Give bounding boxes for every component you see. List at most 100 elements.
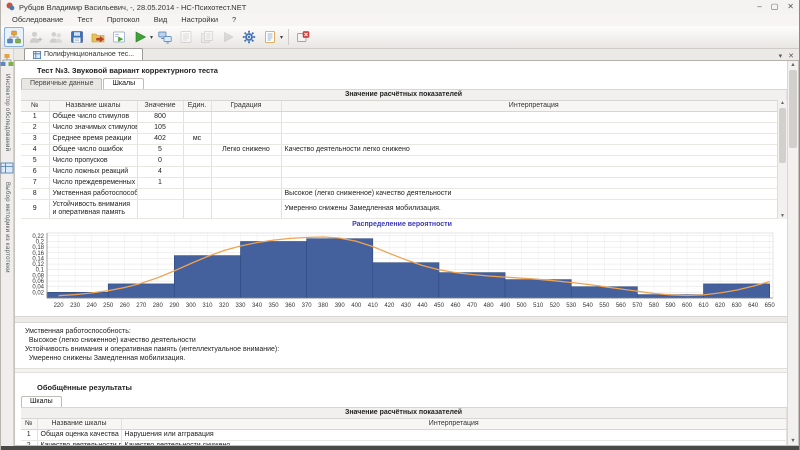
menu-bar: ОбследованиеТестПротоколВидНастройки?	[1, 14, 799, 26]
print-protocol-icon	[197, 27, 217, 47]
svg-text:240: 240	[87, 303, 98, 309]
table-row[interactable]: 9Устойчивость внимания и оперативная пам…	[21, 200, 787, 219]
summary-section-title: Обобщённые результаты	[15, 377, 787, 396]
svg-text:390: 390	[335, 303, 346, 309]
scroll-up-icon[interactable]: ▲	[788, 62, 798, 68]
menu-item-5[interactable]: ?	[225, 14, 243, 26]
menu-item-2[interactable]: Протокол	[100, 14, 147, 26]
tab-list-dropdown-icon[interactable]: ▾	[779, 52, 783, 60]
table-row[interactable]: 4Общее число ошибок5Легко сниженоКачеств…	[21, 145, 787, 156]
scrollbar-thumb[interactable]	[779, 108, 786, 163]
side-tab-0[interactable]: Инспектор обследований	[1, 51, 13, 153]
splitter[interactable]	[15, 316, 787, 323]
interpretation-line: Устойчивость внимания и оперативная памя…	[25, 345, 787, 354]
report-icon[interactable]	[260, 27, 280, 47]
svg-text:0,16: 0,16	[32, 251, 44, 257]
svg-text:0,2: 0,2	[36, 239, 45, 245]
svg-text:0,12: 0,12	[32, 262, 44, 268]
scroll-down-icon[interactable]: ▼	[778, 213, 787, 219]
resume-test-icon	[218, 27, 238, 47]
tab-scales[interactable]: Шкалы	[103, 78, 144, 89]
test-title: Тест №3. Звуковой вариант корректурного …	[15, 61, 787, 78]
scroll-down-icon[interactable]: ▼	[788, 438, 798, 444]
svg-text:520: 520	[550, 303, 561, 309]
svg-text:650: 650	[765, 303, 776, 309]
window-frame-bottom	[1, 446, 799, 450]
scrollbar-thumb[interactable]	[789, 70, 797, 148]
section-divider	[15, 368, 787, 373]
scales-table-wrap: Значение расчётных показателей№Название …	[21, 89, 787, 219]
run-test-icon[interactable]	[130, 27, 150, 47]
table-row[interactable]: 1Общее число стимулов800	[21, 112, 787, 123]
maximize-button[interactable]: ▢	[771, 0, 779, 14]
table-row[interactable]: 7Число преждевременных реакций1	[21, 178, 787, 189]
table-row[interactable]: 6Число ложных реакций4	[21, 167, 787, 178]
add-person-icon	[25, 27, 45, 47]
test-card-icon[interactable]	[109, 27, 129, 47]
report-view: Тест №3. Звуковой вариант корректурного …	[14, 61, 799, 446]
svg-text:500: 500	[517, 303, 528, 309]
export-examination-icon[interactable]	[88, 27, 108, 47]
svg-text:0,08: 0,08	[32, 273, 44, 279]
table-row[interactable]: 1Общая оценка качестваНарушения или аггр…	[21, 430, 787, 441]
summary-table-wrap: Значение расчётных показателей№Название …	[21, 407, 787, 446]
exit-icon[interactable]	[293, 27, 313, 47]
svg-text:220: 220	[54, 303, 65, 309]
interpretation-line: Высокое (легко сниженное) качество деяте…	[25, 336, 787, 345]
menu-item-3[interactable]: Вид	[147, 14, 175, 26]
examination-card-icon[interactable]	[4, 27, 24, 47]
svg-text:570: 570	[632, 303, 643, 309]
interpretation-line: Умственная работоспособность:	[25, 327, 787, 336]
document-scrollbar[interactable]: ▲ ▼	[787, 61, 798, 445]
svg-text:510: 510	[533, 303, 544, 309]
result-subtabs: Первичные данные Шкалы	[21, 78, 787, 89]
table-row[interactable]: 2Число значимых стимулов105	[21, 123, 787, 134]
svg-text:550: 550	[599, 303, 610, 309]
side-tab-1[interactable]: Выбор методики из картотеки	[1, 159, 13, 275]
network-test-icon[interactable]	[155, 27, 175, 47]
svg-text:290: 290	[169, 303, 180, 309]
left-panel-tabs: Инспектор обследований Выбор методики из…	[1, 49, 14, 446]
table-group-header: Значение расчётных показателей	[21, 408, 787, 419]
scroll-up-icon[interactable]: ▲	[778, 100, 787, 106]
side-tab-label: Инспектор обследований	[4, 74, 10, 151]
svg-text:260: 260	[120, 303, 131, 309]
svg-text:320: 320	[219, 303, 230, 309]
svg-text:560: 560	[616, 303, 627, 309]
tab-close-icon[interactable]: ✕	[788, 52, 794, 60]
svg-text:230: 230	[70, 303, 81, 309]
document-tab[interactable]: Полифункциональное тес...	[24, 48, 143, 60]
close-button[interactable]: ✕	[787, 0, 794, 14]
histogram-plot: 2202302402502602702802903003103203303403…	[21, 230, 779, 314]
menu-item-4[interactable]: Настройки	[174, 14, 225, 26]
menu-item-0[interactable]: Обследование	[5, 14, 70, 26]
svg-text:450: 450	[434, 303, 445, 309]
svg-text:0,04: 0,04	[32, 285, 44, 291]
svg-text:360: 360	[285, 303, 296, 309]
svg-text:0,22: 0,22	[32, 234, 44, 240]
svg-text:530: 530	[566, 303, 577, 309]
svg-text:350: 350	[269, 303, 280, 309]
svg-text:630: 630	[732, 303, 743, 309]
data-table: Значение расчётных показателей№Название …	[21, 90, 787, 219]
table-row[interactable]: 8Умственная работоспособностьВысокое (ле…	[21, 189, 787, 200]
settings-gear-icon[interactable]	[239, 27, 259, 47]
svg-text:0,06: 0,06	[32, 279, 44, 285]
table-row[interactable]: 2Качество деятельности по второй иКачест…	[21, 441, 787, 447]
save-examination-icon[interactable]	[67, 27, 87, 47]
interpretation-line: Умеренно снижены Замедленная мобилизация…	[25, 354, 787, 363]
table-row[interactable]: 3Среднее время реакции402мс	[21, 134, 787, 145]
svg-text:340: 340	[252, 303, 263, 309]
svg-text:540: 540	[583, 303, 594, 309]
dropdown-caret-icon[interactable]: ▾	[150, 34, 153, 41]
table-row[interactable]: 5Число пропусков0	[21, 156, 787, 167]
minimize-button[interactable]: –	[757, 0, 761, 14]
svg-text:280: 280	[153, 303, 164, 309]
scales-table-scrollbar[interactable]: ▲ ▼	[777, 100, 787, 219]
table-header-row: №Название шкалыИнтерпретация	[21, 419, 787, 430]
tab-primary-data[interactable]: Первичные данные	[21, 78, 102, 89]
dropdown-caret-icon[interactable]: ▾	[280, 34, 283, 41]
menu-item-1[interactable]: Тест	[70, 14, 100, 26]
tab-summary-scales[interactable]: Шкалы	[21, 396, 62, 407]
document-tab-strip: Полифункциональное тес... ▾ ✕	[14, 49, 799, 61]
